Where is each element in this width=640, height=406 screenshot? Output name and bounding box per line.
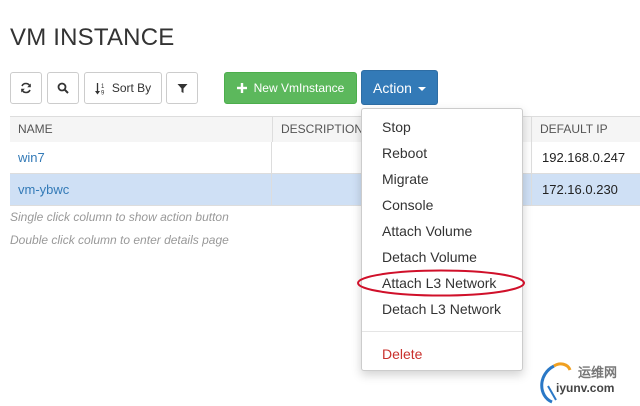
- double-click-hint: Double click column to enter details pag…: [10, 233, 229, 247]
- table-row[interactable]: win7 192.168.0.247: [10, 142, 640, 174]
- refresh-button[interactable]: [10, 72, 42, 104]
- table-header: NAME DESCRIPTION DEFAULT IP: [10, 116, 640, 143]
- caret-down-icon: [417, 86, 426, 91]
- sort-by-button[interactable]: 1 9 Sort By: [84, 72, 162, 104]
- menu-item-stop[interactable]: Stop: [382, 119, 411, 135]
- search-icon: [57, 82, 69, 94]
- menu-item-detach-volume[interactable]: Detach Volume: [382, 249, 477, 265]
- action-button[interactable]: Action: [361, 70, 438, 105]
- menu-item-console[interactable]: Console: [382, 197, 433, 213]
- plus-icon: [236, 83, 247, 93]
- new-vminstance-button[interactable]: New VmInstance: [224, 72, 357, 104]
- single-click-hint: Single click column to show action butto…: [10, 210, 229, 224]
- svg-text:9: 9: [101, 90, 105, 95]
- sort-by-label: Sort By: [111, 81, 152, 95]
- watermark-url: iyunv.com: [556, 381, 615, 395]
- menu-item-detach-l3-network[interactable]: Detach L3 Network: [382, 301, 501, 317]
- filter-icon: [177, 83, 188, 94]
- filter-button[interactable]: [166, 72, 198, 104]
- menu-item-delete[interactable]: Delete: [382, 346, 422, 362]
- vm-default-ip: 172.16.0.230: [531, 174, 640, 206]
- page-title: VM INSTANCE: [10, 24, 175, 51]
- column-header-name[interactable]: NAME: [10, 117, 272, 142]
- menu-item-migrate[interactable]: Migrate: [382, 171, 429, 187]
- action-label: Action: [373, 79, 412, 96]
- menu-item-attach-volume[interactable]: Attach Volume: [382, 223, 472, 239]
- highlight-ellipse-annotation: [357, 269, 525, 297]
- refresh-icon: [20, 82, 32, 94]
- vm-name-link[interactable]: win7: [10, 142, 272, 174]
- new-vminstance-label: New VmInstance: [253, 81, 345, 95]
- action-dropdown-menu: Stop Reboot Migrate Console Attach Volum…: [361, 108, 523, 371]
- search-button[interactable]: [47, 72, 79, 104]
- menu-divider: [362, 331, 522, 332]
- vm-default-ip: 192.168.0.247: [531, 142, 640, 174]
- table-row-selected[interactable]: vm-ybwc 172.16.0.230: [10, 174, 640, 206]
- vm-name-link[interactable]: vm-ybwc: [10, 174, 272, 206]
- svg-text:1: 1: [101, 84, 105, 90]
- column-header-default-ip[interactable]: DEFAULT IP: [531, 117, 640, 142]
- sort-numeric-icon: 1 9: [94, 82, 106, 95]
- watermark-cn: 运维网: [578, 365, 618, 380]
- menu-item-reboot[interactable]: Reboot: [382, 145, 427, 161]
